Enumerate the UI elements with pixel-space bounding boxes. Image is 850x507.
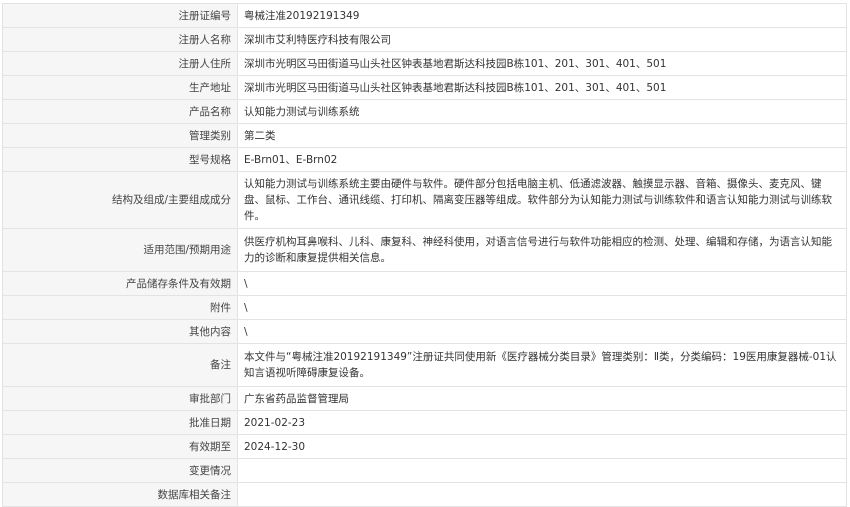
row-label-approval-date: 批准日期 [2, 410, 238, 435]
table-row: 适用范围/预期用途 供医疗机构耳鼻喉科、儿科、康复科、神经科使用，对语言信号进行… [2, 228, 847, 272]
table-row: 变更情况 [2, 458, 847, 483]
row-value-registrant-address: 深圳市光明区马田街道马山头社区钟表基地君斯达科技园B栋101、201、301、4… [237, 51, 847, 76]
row-value-production-address: 深圳市光明区马田街道马山头社区钟表基地君斯达科技园B栋101、201、301、4… [237, 75, 847, 100]
row-value-remarks: 本文件与“粤械注准20192191349”注册证共同使用新《医疗器械分类目录》管… [237, 343, 847, 387]
page: 注册证编号 粤械注准20192191349 注册人名称 深圳市艾利特医疗科技有限… [0, 0, 850, 507]
table-row: 注册人名称 深圳市艾利特医疗科技有限公司 [2, 27, 847, 52]
row-label-intended-use: 适用范围/预期用途 [2, 228, 238, 272]
table-row: 管理类别 第二类 [2, 123, 847, 148]
table-row: 结构及组成/主要组成成分 认知能力测试与训练系统主要由硬件与软件。硬件部分包括电… [2, 171, 847, 229]
row-value-registrant-name: 深圳市艾利特医疗科技有限公司 [237, 27, 847, 52]
row-value-approval-department: 广东省药品监督管理局 [237, 386, 847, 411]
row-label-model-spec: 型号规格 [2, 147, 238, 172]
table-row: 其他内容 \ [2, 319, 847, 344]
table-row: 注册证编号 粤械注准20192191349 [2, 3, 847, 28]
row-value-approval-date: 2021-02-23 [237, 410, 847, 435]
table-row: 审批部门 广东省药品监督管理局 [2, 386, 847, 411]
row-value-registration-number: 粤械注准20192191349 [237, 3, 847, 28]
row-label-product-name: 产品名称 [2, 99, 238, 124]
row-label-storage-shelf-life: 产品储存条件及有效期 [2, 271, 238, 296]
row-label-production-address: 生产地址 [2, 75, 238, 100]
row-label-approval-department: 审批部门 [2, 386, 238, 411]
row-label-remarks: 备注 [2, 343, 238, 387]
registration-table: 注册证编号 粤械注准20192191349 注册人名称 深圳市艾利特医疗科技有限… [2, 3, 847, 507]
row-label-change-history: 变更情况 [2, 458, 238, 483]
row-value-intended-use: 供医疗机构耳鼻喉科、儿科、康复科、神经科使用，对语言信号进行与软件功能相应的检测… [237, 228, 847, 272]
row-value-valid-until: 2024-12-30 [237, 434, 847, 459]
row-value-management-category: 第二类 [237, 123, 847, 148]
row-value-attachments: \ [237, 295, 847, 320]
row-value-structure-composition: 认知能力测试与训练系统主要由硬件与软件。硬件部分包括电脑主机、低通滤波器、触摸显… [237, 171, 847, 229]
row-label-attachments: 附件 [2, 295, 238, 320]
row-label-registration-number: 注册证编号 [2, 3, 238, 28]
table-row: 有效期至 2024-12-30 [2, 434, 847, 459]
table-row: 产品名称 认知能力测试与训练系统 [2, 99, 847, 124]
row-value-product-name: 认知能力测试与训练系统 [237, 99, 847, 124]
row-label-registrant-name: 注册人名称 [2, 27, 238, 52]
table-row: 注册人住所 深圳市光明区马田街道马山头社区钟表基地君斯达科技园B栋101、201… [2, 51, 847, 76]
table-row: 备注 本文件与“粤械注准20192191349”注册证共同使用新《医疗器械分类目… [2, 343, 847, 387]
row-label-management-category: 管理类别 [2, 123, 238, 148]
row-value-change-history [237, 458, 847, 483]
table-row: 附件 \ [2, 295, 847, 320]
row-label-valid-until: 有效期至 [2, 434, 238, 459]
table-row: 批准日期 2021-02-23 [2, 410, 847, 435]
table-row: 产品储存条件及有效期 \ [2, 271, 847, 296]
table-row: 生产地址 深圳市光明区马田街道马山头社区钟表基地君斯达科技园B栋101、201、… [2, 75, 847, 100]
row-value-storage-shelf-life: \ [237, 271, 847, 296]
row-value-model-spec: E-Brn01、E-Brn02 [237, 147, 847, 172]
table-row: 型号规格 E-Brn01、E-Brn02 [2, 147, 847, 172]
row-label-registrant-address: 注册人住所 [2, 51, 238, 76]
row-value-other-content: \ [237, 319, 847, 344]
row-label-structure-composition: 结构及组成/主要组成成分 [2, 171, 238, 229]
row-label-other-content: 其他内容 [2, 319, 238, 344]
